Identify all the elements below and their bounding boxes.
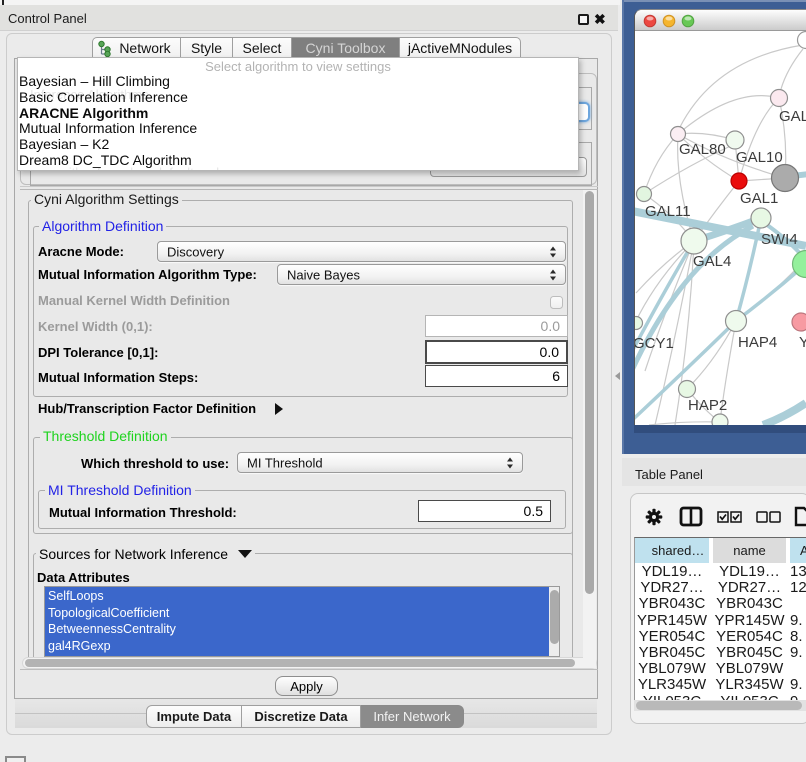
svg-text:HAP4: HAP4 (738, 334, 777, 351)
svg-text:GAL7: GAL7 (779, 108, 806, 125)
svg-text:GCY1: GCY1 (635, 335, 674, 352)
svg-text:GAL4: GAL4 (693, 253, 731, 270)
svg-text:GAL10: GAL10 (736, 149, 783, 166)
svg-text:SWI4: SWI4 (761, 231, 798, 248)
svg-text:GAL1: GAL1 (740, 190, 778, 207)
svg-text:HAP2: HAP2 (688, 397, 727, 414)
svg-text:GAL80: GAL80 (679, 141, 726, 158)
svg-text:GAL11: GAL11 (645, 203, 691, 220)
svg-text:Y: Y (799, 334, 806, 351)
